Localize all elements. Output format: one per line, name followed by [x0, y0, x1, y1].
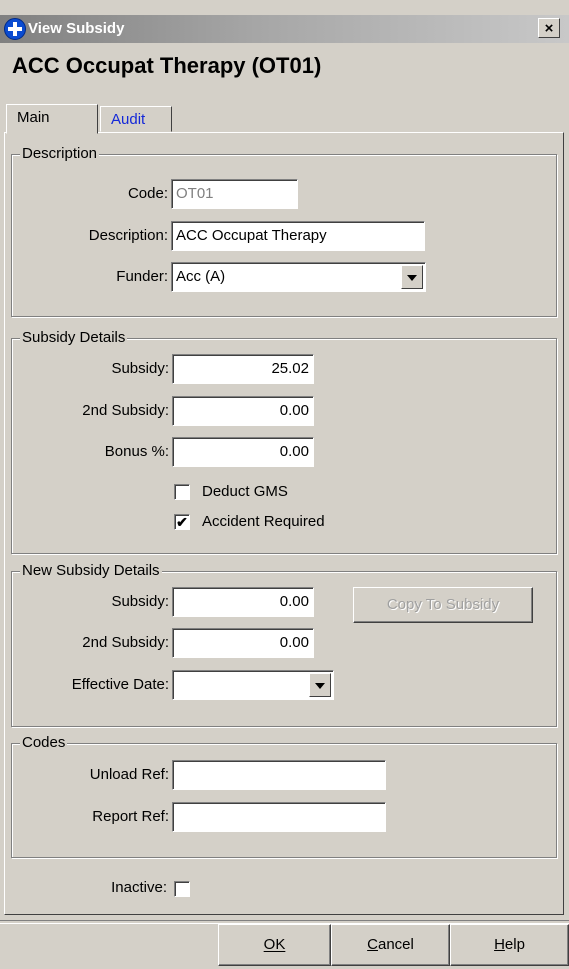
- subsidy-details-title: Subsidy Details: [20, 329, 128, 346]
- second-subsidy-field[interactable]: 0.00: [172, 396, 314, 426]
- copy-to-subsidy-button[interactable]: Copy To Subsidy: [353, 587, 533, 623]
- description-group-title: Description: [20, 145, 100, 162]
- subsidy-details-group: Subsidy Details Subsidy: 25.02 2nd Subsi…: [11, 329, 557, 554]
- window-title: View Subsidy: [28, 20, 125, 37]
- chevron-down-icon[interactable]: [401, 265, 423, 289]
- report-ref-label: Report Ref:: [92, 808, 169, 825]
- funder-dropdown[interactable]: Acc (A): [171, 262, 426, 292]
- new-second-subsidy-label: 2nd Subsidy:: [82, 634, 169, 651]
- inactive-label: Inactive:: [111, 879, 167, 896]
- funder-label: Funder:: [116, 268, 168, 285]
- new-subsidy-details-title: New Subsidy Details: [20, 562, 162, 579]
- code-label: Code:: [127, 185, 168, 202]
- funder-value: Acc (A): [176, 268, 226, 285]
- effective-date-label: Effective Date:: [71, 676, 169, 693]
- bonus-label: Bonus %:: [104, 443, 169, 460]
- title-bar[interactable]: View Subsidy ×: [0, 15, 569, 43]
- inactive-checkbox[interactable]: [174, 881, 190, 897]
- tab-main[interactable]: Main: [6, 104, 98, 134]
- app-cross-icon: [4, 18, 26, 40]
- codes-group: Codes Unload Ref: Report Ref:: [11, 734, 557, 858]
- ok-button-label: OK: [263, 936, 286, 953]
- chevron-down-icon[interactable]: [309, 673, 331, 697]
- tab-audit[interactable]: Audit: [100, 106, 172, 132]
- report-ref-field[interactable]: [172, 802, 386, 832]
- bonus-field[interactable]: 0.00: [172, 437, 314, 467]
- description-group: Description Code: OT01 Description: ACC …: [11, 145, 557, 317]
- description-field[interactable]: ACC Occupat Therapy: [171, 221, 425, 251]
- cancel-button[interactable]: Cancel: [331, 924, 450, 966]
- view-subsidy-window: View Subsidy × ACC Occupat Therapy (OT01…: [0, 0, 569, 969]
- subsidy-field[interactable]: 25.02: [172, 354, 314, 384]
- help-button[interactable]: Help: [450, 924, 569, 966]
- second-subsidy-label: 2nd Subsidy:: [82, 402, 169, 419]
- new-subsidy-details-group: New Subsidy Details Subsidy: 0.00 2nd Su…: [11, 562, 557, 727]
- ok-button[interactable]: OK: [218, 924, 331, 966]
- code-field[interactable]: OT01: [171, 179, 298, 209]
- description-label: Description:: [88, 227, 168, 244]
- accident-required-checkbox[interactable]: ✔: [174, 514, 190, 530]
- accident-required-label[interactable]: Accident Required: [202, 513, 325, 530]
- new-subsidy-label: Subsidy:: [111, 593, 169, 610]
- new-second-subsidy-field[interactable]: 0.00: [172, 628, 314, 658]
- unload-ref-field[interactable]: [172, 760, 386, 790]
- subsidy-label: Subsidy:: [111, 360, 169, 377]
- deduct-gms-checkbox[interactable]: [174, 484, 190, 500]
- close-button[interactable]: ×: [538, 18, 560, 38]
- unload-ref-label: Unload Ref:: [89, 766, 169, 783]
- help-button-label: Help: [494, 936, 525, 953]
- main-tab-panel: Description Code: OT01 Description: ACC …: [4, 132, 564, 915]
- new-subsidy-field[interactable]: 0.00: [172, 587, 314, 617]
- cancel-button-label: Cancel: [367, 936, 414, 953]
- codes-group-title: Codes: [20, 734, 68, 751]
- deduct-gms-label[interactable]: Deduct GMS: [202, 483, 288, 500]
- effective-date-picker[interactable]: [172, 670, 334, 700]
- page-title: ACC Occupat Therapy (OT01): [12, 53, 322, 78]
